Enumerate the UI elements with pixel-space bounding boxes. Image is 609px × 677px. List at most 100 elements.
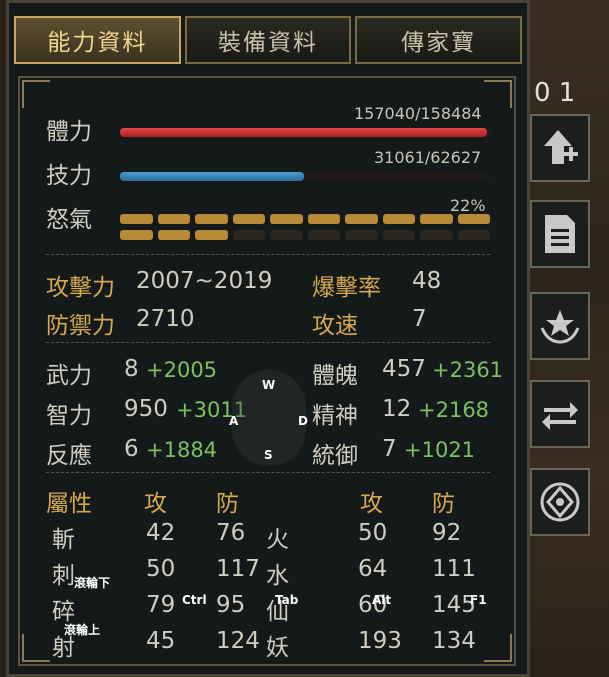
defense-label: 防禦力 — [46, 313, 115, 339]
attr-label: 統御 — [312, 443, 358, 469]
sp-value: 31061/62627 — [374, 148, 482, 167]
rage-segment — [457, 230, 490, 240]
rage-segment — [307, 230, 340, 240]
element-name: 妖 — [266, 635, 289, 661]
key-s: S — [264, 448, 273, 462]
attr-base: 6 — [124, 436, 139, 462]
element-name: 刺 — [52, 563, 75, 589]
tab-equipment[interactable]: 裝備資料 — [184, 16, 352, 64]
divider — [46, 342, 490, 343]
rage-segment — [420, 214, 453, 224]
attr-label: 反應 — [46, 443, 92, 469]
element-def: 95 — [216, 592, 246, 618]
element-def: 111 — [432, 556, 476, 582]
defense-value: 2710 — [136, 306, 195, 332]
rage-segment — [195, 230, 228, 240]
hp-value: 157040/158484 — [354, 104, 482, 123]
element-atk: 50 — [358, 520, 388, 546]
level-up-icon — [544, 130, 578, 164]
rage-segment — [270, 214, 303, 224]
crest-icon — [540, 482, 580, 522]
tab-ability[interactable]: 能力資料 — [14, 16, 181, 64]
key-d: D — [298, 414, 308, 428]
rage-segment — [420, 230, 453, 240]
document-icon — [545, 215, 575, 253]
rage-segment — [120, 230, 153, 240]
attr-label: 體魄 — [312, 363, 358, 389]
attr-bonus: +2005 — [146, 358, 218, 382]
frame-corner — [22, 634, 50, 662]
element-def: 117 — [216, 556, 260, 582]
element-atk: 45 — [146, 628, 176, 654]
rage-segment — [382, 230, 415, 240]
document-button[interactable] — [530, 200, 590, 268]
key-f1: F1 — [470, 593, 487, 607]
element-atk: 50 — [146, 556, 176, 582]
element-atk-header: 攻 — [144, 491, 167, 517]
rage-segment — [195, 214, 228, 224]
element-def: 124 — [216, 628, 260, 654]
frame-corner — [22, 80, 50, 108]
key-scroll-down: 滾輪下 — [74, 576, 111, 590]
level-up-button[interactable] — [530, 114, 590, 182]
rage-segment — [232, 214, 265, 224]
rage-segment — [120, 214, 153, 224]
element-atk-header: 攻 — [360, 491, 383, 517]
rage-segment — [457, 214, 490, 224]
rage-segment — [382, 214, 415, 224]
frame-corner — [484, 80, 512, 108]
attr-label: 精神 — [312, 403, 358, 429]
element-atk: 64 — [358, 556, 388, 582]
key-ctrl: Ctrl — [182, 593, 207, 607]
attr-label: 武力 — [46, 363, 92, 389]
element-def: 76 — [216, 520, 246, 546]
speed-value: 7 — [412, 306, 427, 332]
speed-label: 攻速 — [312, 313, 358, 339]
rage-segment — [307, 214, 340, 224]
element-def: 92 — [432, 520, 462, 546]
key-w: W — [262, 378, 276, 392]
element-name: 水 — [266, 563, 289, 589]
attack-label: 攻擊力 — [46, 275, 115, 301]
swap-icon — [542, 402, 578, 430]
rage-segment — [345, 214, 378, 224]
emblem-button[interactable] — [530, 292, 590, 360]
rage-label: 怒氣 — [46, 207, 92, 233]
attr-base: 12 — [382, 396, 412, 422]
sp-bar-fill — [120, 172, 304, 181]
key-alt: Alt — [372, 593, 392, 607]
attack-value: 2007~2019 — [136, 268, 273, 294]
element-header: 屬性 — [46, 491, 92, 517]
attr-base: 8 — [124, 356, 139, 382]
crest-button[interactable] — [530, 468, 590, 536]
element-name: 火 — [266, 527, 289, 553]
attr-base: 7 — [382, 436, 397, 462]
rage-segment — [157, 214, 190, 224]
swap-button[interactable] — [530, 380, 590, 448]
element-def-header: 防 — [216, 491, 239, 517]
rage-segment — [157, 230, 190, 240]
rage-segment — [232, 230, 265, 240]
rage-segment — [270, 230, 303, 240]
crit-value: 48 — [412, 268, 442, 294]
key-scroll-up: 滾輪上 — [64, 623, 101, 637]
element-def: 134 — [432, 628, 476, 654]
attr-base: 457 — [382, 356, 426, 382]
attr-bonus: +1021 — [404, 438, 476, 462]
divider — [46, 254, 490, 255]
attr-bonus: +1884 — [146, 438, 218, 462]
top-right-number: 0 1 — [534, 78, 576, 108]
element-atk: 193 — [358, 628, 402, 654]
attr-label: 智力 — [46, 403, 92, 429]
rage-value: 22% — [450, 196, 486, 215]
tab-bar: 能力資料 裝備資料 傳家寶 — [14, 16, 523, 64]
element-atk: 42 — [146, 520, 176, 546]
element-name: 斬 — [52, 527, 75, 553]
tab-heirloom[interactable]: 傳家寶 — [355, 16, 523, 64]
element-atk: 79 — [146, 592, 176, 618]
rage-gauge — [120, 214, 490, 240]
hp-bar-fill — [120, 128, 487, 137]
sp-bar — [120, 172, 490, 181]
frame-corner — [484, 634, 512, 662]
crit-label: 爆擊率 — [312, 275, 381, 301]
